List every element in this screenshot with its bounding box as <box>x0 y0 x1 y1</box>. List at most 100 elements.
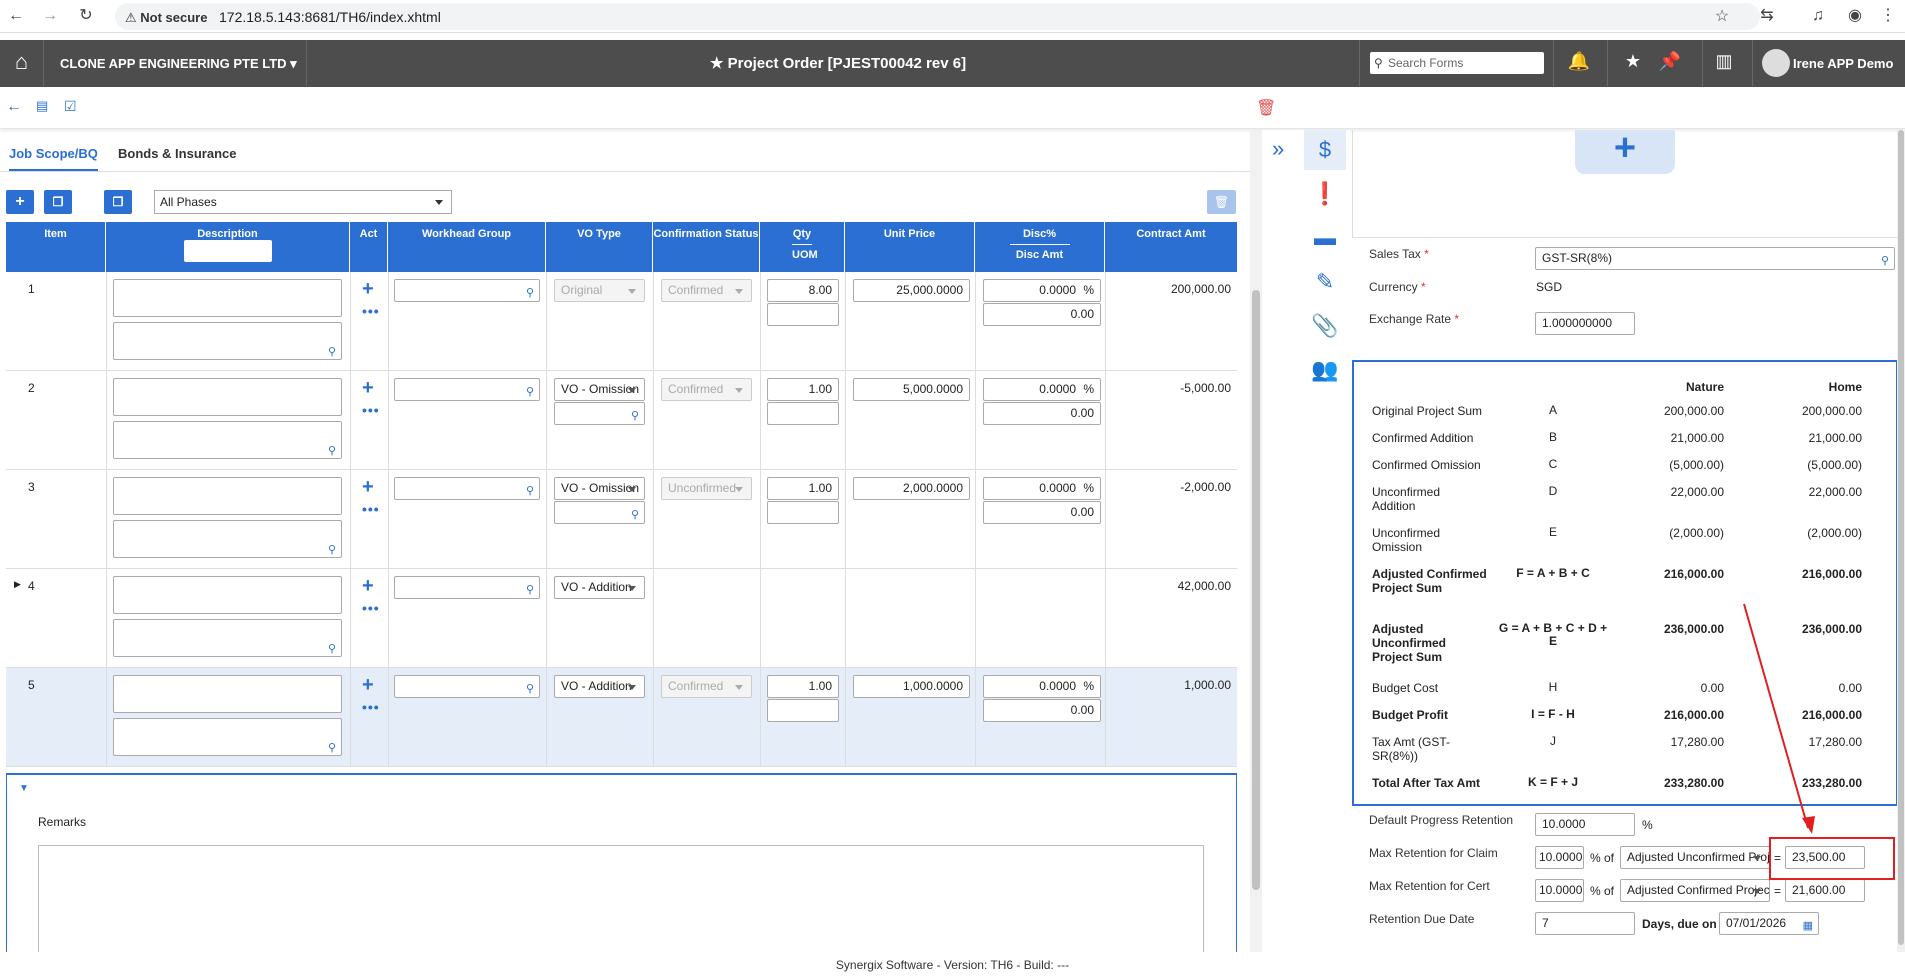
unit-price-input[interactable]: 5,000.0000 <box>853 378 970 401</box>
address-bar[interactable]: ⚠ Not secure 172.18.5.143:8681/TH6/index… <box>115 3 1760 30</box>
uom-input[interactable] <box>767 699 839 722</box>
search-icon[interactable]: ⚲ <box>328 642 336 655</box>
vo-type-select[interactable]: VO - Addition <box>554 675 645 698</box>
description-filter-input[interactable] <box>184 240 272 262</box>
confirmation-select[interactable]: Unconfirmed <box>661 477 752 500</box>
qty-input[interactable]: 1.00 <box>767 378 839 401</box>
delete-trash-icon[interactable]: 🗑 <box>1256 98 1276 118</box>
search-icon[interactable]: ⚲ <box>526 481 534 502</box>
disc-amt-input[interactable]: 0.00 <box>983 501 1101 524</box>
vo-type-select[interactable]: VO - Omission <box>554 378 645 401</box>
collapse-caret-icon[interactable]: ▼ <box>19 783 29 794</box>
search-icon[interactable]: ⚲ <box>328 543 336 556</box>
attachment-icon[interactable]: 📎 <box>1309 310 1341 342</box>
description-detail-input[interactable]: ⚲ <box>113 520 342 558</box>
translate-icon[interactable]: ⇆ <box>1757 6 1777 26</box>
invoice-dollar-icon[interactable]: $ <box>1309 134 1341 166</box>
favorite-star-icon[interactable]: ★ <box>1621 51 1645 72</box>
retention-days-input[interactable]: 7 <box>1535 912 1635 935</box>
workhead-input[interactable]: ⚲ <box>394 675 540 698</box>
left-scrollbar[interactable] <box>1250 130 1262 952</box>
search-icon[interactable]: ⚲ <box>526 580 534 601</box>
disc-pct-input[interactable]: 0.0000% <box>983 675 1101 698</box>
default-retention-input[interactable]: 10.0000 <box>1535 813 1635 836</box>
upload-area[interactable]: + <box>1352 129 1898 238</box>
card-icon[interactable]: ▬ <box>1309 222 1341 254</box>
profile-icon[interactable]: ◉ <box>1845 6 1865 26</box>
search-icon[interactable]: ⚲ <box>328 741 336 754</box>
table-row[interactable]: 2 ⚲ + ••• ⚲ VO - Omission ⚲ Confirmed 1.… <box>6 371 1237 470</box>
edit-icon[interactable]: ✎ <box>1309 266 1341 298</box>
bell-icon[interactable]: 🔔 <box>1567 51 1591 72</box>
retention-due-date-input[interactable]: 07/01/2026 ▦ <box>1719 912 1819 935</box>
disc-pct-input[interactable]: 0.0000% <box>983 477 1101 500</box>
table-row[interactable]: ▶ 4 ⚲ + ••• ⚲ VO - Addition 42,000.00 <box>6 569 1237 668</box>
max-cert-basis-select[interactable]: Adjusted Confirmed Project Sum <box>1620 879 1770 902</box>
bookmark-star-icon[interactable]: ☆ <box>1712 7 1732 27</box>
phase-select[interactable]: All Phases <box>154 190 452 214</box>
calendar-icon[interactable]: ▦ <box>1803 916 1813 937</box>
add-sub-item-icon[interactable]: + <box>362 476 374 499</box>
alert-icon[interactable]: ❗ <box>1309 178 1341 210</box>
vo-ref-input[interactable]: ⚲ <box>554 402 645 425</box>
unit-price-input[interactable]: 1,000.0000 <box>853 675 970 698</box>
disc-amt-input[interactable]: 0.00 <box>983 402 1101 425</box>
max-cert-amount[interactable]: 21,600.00 <box>1785 879 1865 902</box>
users-icon[interactable]: 👥 <box>1309 354 1341 386</box>
max-claim-basis-select[interactable]: Adjusted Unconfirmed Project Sum <box>1620 846 1770 869</box>
more-icon[interactable]: ••• <box>362 699 380 715</box>
media-icon[interactable]: ♫ <box>1808 6 1828 26</box>
home-icon[interactable]: ⌂ <box>0 40 44 87</box>
vo-type-select[interactable]: Original <box>554 279 645 302</box>
reload-icon[interactable]: ↻ <box>76 6 96 26</box>
back-arrow-icon[interactable]: ← <box>6 98 22 116</box>
tab-bonds-insurance[interactable]: Bonds & Insurance <box>118 146 236 169</box>
save-check-icon[interactable]: ☑ <box>64 98 77 115</box>
workhead-input[interactable]: ⚲ <box>394 477 540 500</box>
max-claim-pct-input[interactable]: 10.0000 <box>1535 846 1584 869</box>
vo-type-select[interactable]: VO - Omission <box>554 477 645 500</box>
copy-row-button[interactable]: ❐ <box>44 190 72 214</box>
uom-input[interactable] <box>767 402 839 425</box>
unit-price-input[interactable]: 25,000.0000 <box>853 279 970 302</box>
vo-type-select[interactable]: VO - Addition <box>554 576 645 599</box>
delete-rows-button[interactable]: 🗑 <box>1207 190 1236 214</box>
add-sub-item-icon[interactable]: + <box>362 377 374 400</box>
table-row[interactable]: 5 ⚲ + ••• ⚲ VO - Addition Confirmed 1.00… <box>6 668 1237 767</box>
add-sub-item-icon[interactable]: + <box>362 278 374 301</box>
search-icon[interactable]: ⚲ <box>631 406 639 427</box>
more-icon[interactable]: ••• <box>362 600 380 616</box>
exchange-rate-input[interactable]: 1.000000000 <box>1535 312 1635 335</box>
max-cert-pct-input[interactable]: 10.0000 <box>1535 879 1584 902</box>
search-icon[interactable]: ⚲ <box>328 444 336 457</box>
disc-amt-input[interactable]: 0.00 <box>983 303 1101 326</box>
tab-job-scope[interactable]: Job Scope/BQ <box>9 146 98 171</box>
description-input[interactable] <box>113 477 342 515</box>
chart-icon[interactable]: ▥ <box>1712 51 1736 72</box>
description-input[interactable] <box>113 576 342 614</box>
add-sub-item-icon[interactable]: + <box>362 575 374 598</box>
forward-icon[interactable]: → <box>40 6 60 26</box>
description-detail-input[interactable]: ⚲ <box>113 619 342 657</box>
unit-price-input[interactable]: 2,000.0000 <box>853 477 970 500</box>
search-icon[interactable]: ⚲ <box>526 382 534 403</box>
expand-caret-icon[interactable]: ▶ <box>14 579 21 590</box>
description-input[interactable] <box>113 378 342 416</box>
add-row-button[interactable]: + <box>6 190 34 214</box>
more-icon[interactable]: ••• <box>362 303 380 319</box>
qty-input[interactable]: 1.00 <box>767 477 839 500</box>
remarks-textarea[interactable] <box>38 845 1204 955</box>
search-icon[interactable]: ⚲ <box>526 679 534 700</box>
pin-icon[interactable]: 📌 <box>1658 51 1682 72</box>
not-secure-indicator[interactable]: ⚠ Not secure <box>125 10 207 26</box>
description-detail-input[interactable]: ⚲ <box>113 421 342 459</box>
confirmation-select[interactable]: Confirmed <box>661 675 752 698</box>
vo-ref-input[interactable]: ⚲ <box>554 501 645 524</box>
search-forms-input[interactable]: ⚲ Search Forms <box>1370 52 1544 74</box>
table-row[interactable]: 3 ⚲ + ••• ⚲ VO - Omission ⚲ Unconfirmed … <box>6 470 1237 569</box>
uom-input[interactable] <box>767 303 839 326</box>
search-icon[interactable]: ⚲ <box>526 283 534 304</box>
add-upload-icon[interactable]: + <box>1575 129 1675 174</box>
pdf-icon[interactable]: ▤ <box>36 98 48 114</box>
more-icon[interactable]: ••• <box>362 402 380 418</box>
